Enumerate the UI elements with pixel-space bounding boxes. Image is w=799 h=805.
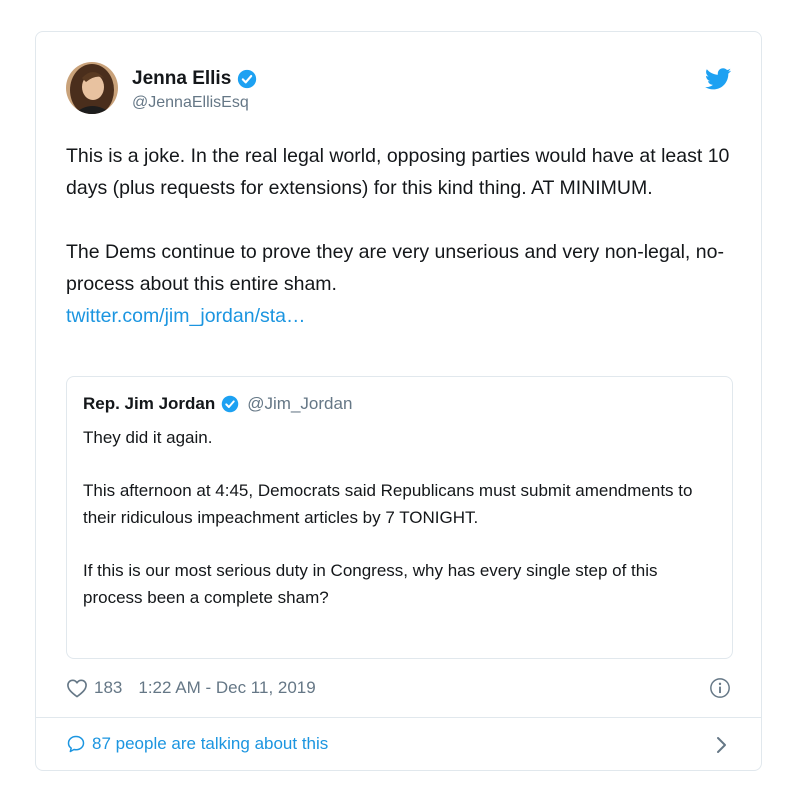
author-display-name[interactable]: Jenna Ellis <box>132 68 231 90</box>
author-name-row: Jenna Ellis <box>132 68 257 90</box>
verified-badge-icon <box>238 69 257 89</box>
tweet-card: Jenna Ellis @JennaEllisEsq This is a jok… <box>35 31 762 771</box>
tweet-text: This is a joke. In the real legal world,… <box>66 140 736 332</box>
heart-icon[interactable] <box>66 678 88 698</box>
tweet-link[interactable]: twitter.com/jim_jordan/sta… <box>66 305 306 327</box>
timestamp[interactable]: 1:22 AM - Dec 11, 2019 <box>138 678 315 698</box>
chevron-right-icon[interactable] <box>715 735 729 755</box>
speech-bubble-icon <box>67 735 85 753</box>
tweet-meta: 183 1:22 AM - Dec 11, 2019 <box>66 678 316 698</box>
author-handle[interactable]: @JennaEllisEsq <box>132 94 249 112</box>
quoted-handle: @Jim_Jordan <box>247 394 353 413</box>
conversation-link[interactable]: 87 people are talking about this <box>66 734 328 754</box>
avatar[interactable] <box>66 62 118 114</box>
divider <box>36 717 761 718</box>
quoted-paragraph: This afternoon at 4:45, Democrats said R… <box>83 481 693 527</box>
quoted-text: They did it again. This afternoon at 4:4… <box>83 424 713 611</box>
quoted-paragraph: If this is our most serious duty in Cong… <box>83 561 658 607</box>
quoted-paragraph: They did it again. <box>83 428 213 447</box>
quoted-author-row: Rep. Jim Jordan @Jim_Jordan <box>83 394 352 414</box>
quoted-tweet[interactable]: Rep. Jim Jordan @Jim_Jordan They did it … <box>66 376 733 659</box>
conversation-text[interactable]: 87 people are talking about this <box>92 734 328 754</box>
quoted-display-name: Rep. Jim Jordan <box>83 394 216 413</box>
tweet-paragraph: This is a joke. In the real legal world,… <box>66 145 730 199</box>
tweet-paragraph: The Dems continue to prove they are very… <box>66 241 724 295</box>
info-icon[interactable] <box>709 677 731 699</box>
like-count[interactable]: 183 <box>94 678 122 698</box>
twitter-bird-icon[interactable] <box>705 68 731 90</box>
verified-badge-icon <box>222 395 239 413</box>
